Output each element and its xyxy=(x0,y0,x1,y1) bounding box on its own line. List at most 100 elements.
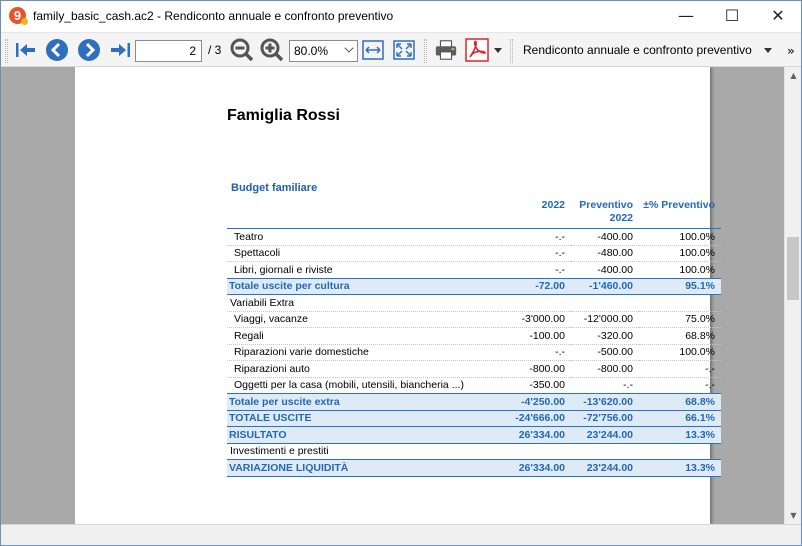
value-2022: -.- xyxy=(502,344,571,361)
column-header: Preventivo 2022 xyxy=(571,197,639,229)
value-2022 xyxy=(502,294,571,312)
table-row: Libri, giornali e riviste -.- -400.00 100.0… xyxy=(227,261,721,279)
value-percent: 100.0% xyxy=(639,344,721,361)
report-table: 2022 Preventivo 2022 ±% Preventivo Teatr… xyxy=(227,197,721,477)
value-preventivo: -500.00 xyxy=(571,344,639,361)
table-row: Oggetti per la casa (mobili, utensili, b… xyxy=(227,377,721,394)
report-select[interactable]: Rendiconto annuale e confronto preventiv… xyxy=(515,40,775,62)
value-preventivo: -13'620.00 xyxy=(571,393,639,411)
vertical-scrollbar[interactable]: ▲ ▼ xyxy=(784,67,801,524)
row-label: Riparazioni varie domestiche xyxy=(227,344,502,361)
table-header-row: 2022 Preventivo 2022 ±% Preventivo xyxy=(227,197,721,229)
previous-page-icon[interactable] xyxy=(45,38,69,62)
value-2022 xyxy=(502,443,571,460)
row-label: Totale uscite per cultura xyxy=(227,277,502,295)
value-percent: 95.1% xyxy=(639,277,721,295)
toolbar-grip[interactable] xyxy=(510,39,513,63)
value-preventivo: -480.00 xyxy=(571,245,639,262)
fit-page-icon[interactable] xyxy=(392,38,416,62)
scrollbar-thumb[interactable] xyxy=(787,237,799,300)
table-row: Viaggi, vacanze -3'000.00 -12'000.00 75.0% xyxy=(227,311,721,328)
scroll-down-icon[interactable]: ▼ xyxy=(785,507,802,524)
value-percent: 100.0% xyxy=(639,228,721,246)
value-2022: -3'000.00 xyxy=(502,311,571,328)
table-row: Regali -100.00 -320.00 68.8% xyxy=(227,327,721,345)
close-button[interactable]: ✕ xyxy=(755,1,801,32)
app-window: 9 family_basic_cash.ac2 - Rendiconto ann… xyxy=(0,0,802,546)
table-row: Riparazioni auto -800.00 -800.00 -.- xyxy=(227,360,721,378)
app-logo-icon: 9 xyxy=(9,7,28,25)
value-percent: 13.3% xyxy=(639,459,721,477)
value-preventivo: -12'000.00 xyxy=(571,311,639,328)
toolbar-grip[interactable] xyxy=(424,39,427,63)
value-preventivo xyxy=(571,294,639,312)
value-preventivo: 23'244.00 xyxy=(571,459,639,477)
row-label: Variabili Extra xyxy=(227,294,502,312)
value-2022: -800.00 xyxy=(502,360,571,378)
value-percent: 100.0% xyxy=(639,245,721,262)
value-percent: -.- xyxy=(639,377,721,394)
value-preventivo: -400.00 xyxy=(571,261,639,279)
toolbar-grip[interactable] xyxy=(5,39,8,63)
row-label: Oggetti per la casa (mobili, utensili, b… xyxy=(227,377,502,394)
report-table-body: Teatro -.- -400.00 100.0% Spettacoli -.- -480.… xyxy=(227,228,721,477)
toolbar-overflow-icon[interactable]: » xyxy=(787,44,795,58)
value-percent: 68.8% xyxy=(639,327,721,345)
value-2022: 26'334.00 xyxy=(502,459,571,477)
value-2022: -350.00 xyxy=(502,377,571,394)
value-2022: -72.00 xyxy=(502,277,571,295)
chevron-down-icon xyxy=(763,48,772,54)
maximize-button[interactable]: ☐ xyxy=(709,1,755,32)
dropdown-arrow-icon[interactable] xyxy=(492,38,504,62)
table-total-row: VARIAZIONE LIQUIDITÀ 26'334.00 23'244.00 13… xyxy=(227,459,721,477)
print-icon[interactable] xyxy=(434,38,458,62)
column-header xyxy=(227,197,502,229)
next-page-icon[interactable] xyxy=(77,38,101,62)
table-row: Teatro -.- -400.00 100.0% xyxy=(227,228,721,246)
value-2022: -4'250.00 xyxy=(502,393,571,411)
row-label: Investimenti e prestiti xyxy=(227,443,502,460)
value-preventivo: -1'460.00 xyxy=(571,277,639,295)
row-label: Viaggi, vacanze xyxy=(227,311,502,328)
row-label: Spettacoli xyxy=(227,245,502,262)
document-page: Famiglia Rossi Budget familiare 2022 Pre… xyxy=(75,67,721,524)
pdf-icon[interactable] xyxy=(465,38,489,62)
value-2022: -.- xyxy=(502,228,571,246)
zoom-select[interactable]: 80.0% xyxy=(289,40,358,62)
fit-width-icon[interactable] xyxy=(361,38,385,62)
last-page-icon[interactable] xyxy=(108,38,132,62)
column-header: 2022 xyxy=(502,197,571,229)
row-label: Regali xyxy=(227,327,502,345)
value-percent xyxy=(639,443,721,460)
column-header: ±% Preventivo xyxy=(639,197,721,229)
value-percent: 13.3% xyxy=(639,426,721,444)
table-row: Riparazioni varie domestiche -.- -500.00 10… xyxy=(227,344,721,361)
value-preventivo: -320.00 xyxy=(571,327,639,345)
section-title: Budget familiare xyxy=(231,182,318,194)
page-number-input[interactable]: 2 xyxy=(135,40,202,62)
value-preventivo: -400.00 xyxy=(571,228,639,246)
first-page-icon[interactable] xyxy=(14,38,38,62)
table-total-row: TOTALE USCITE -24'666.00 -72'756.00 66.1% xyxy=(227,409,721,427)
value-percent xyxy=(639,294,721,312)
report-select-value: Rendiconto annuale e confronto preventiv… xyxy=(523,43,752,57)
value-preventivo: -800.00 xyxy=(571,360,639,378)
row-label: TOTALE USCITE xyxy=(227,409,502,427)
table-group-row: Investimenti e prestiti xyxy=(227,443,721,460)
document-viewport[interactable]: Famiglia Rossi Budget familiare 2022 Pre… xyxy=(1,67,784,524)
table-total-row: Totale uscite per cultura -72.00 -1'460.00… xyxy=(227,277,721,295)
row-label: Riparazioni auto xyxy=(227,360,502,378)
table-total-row: RISULTATO 26'334.00 23'244.00 13.3% xyxy=(227,426,721,444)
table-group-row: Variabili Extra xyxy=(227,294,721,312)
value-2022: -100.00 xyxy=(502,327,571,345)
title-bar[interactable]: 9 family_basic_cash.ac2 - Rendiconto ann… xyxy=(1,1,801,32)
zoom-out-icon[interactable] xyxy=(230,38,254,62)
value-2022: -.- xyxy=(502,261,571,279)
zoom-in-icon[interactable] xyxy=(260,38,284,62)
value-preventivo xyxy=(571,443,639,460)
row-label: Libri, giornali e riviste xyxy=(227,261,502,279)
value-2022: 26'334.00 xyxy=(502,426,571,444)
minimize-button[interactable]: — xyxy=(663,1,709,32)
scroll-up-icon[interactable]: ▲ xyxy=(785,67,802,84)
value-2022: -24'666.00 xyxy=(502,409,571,427)
